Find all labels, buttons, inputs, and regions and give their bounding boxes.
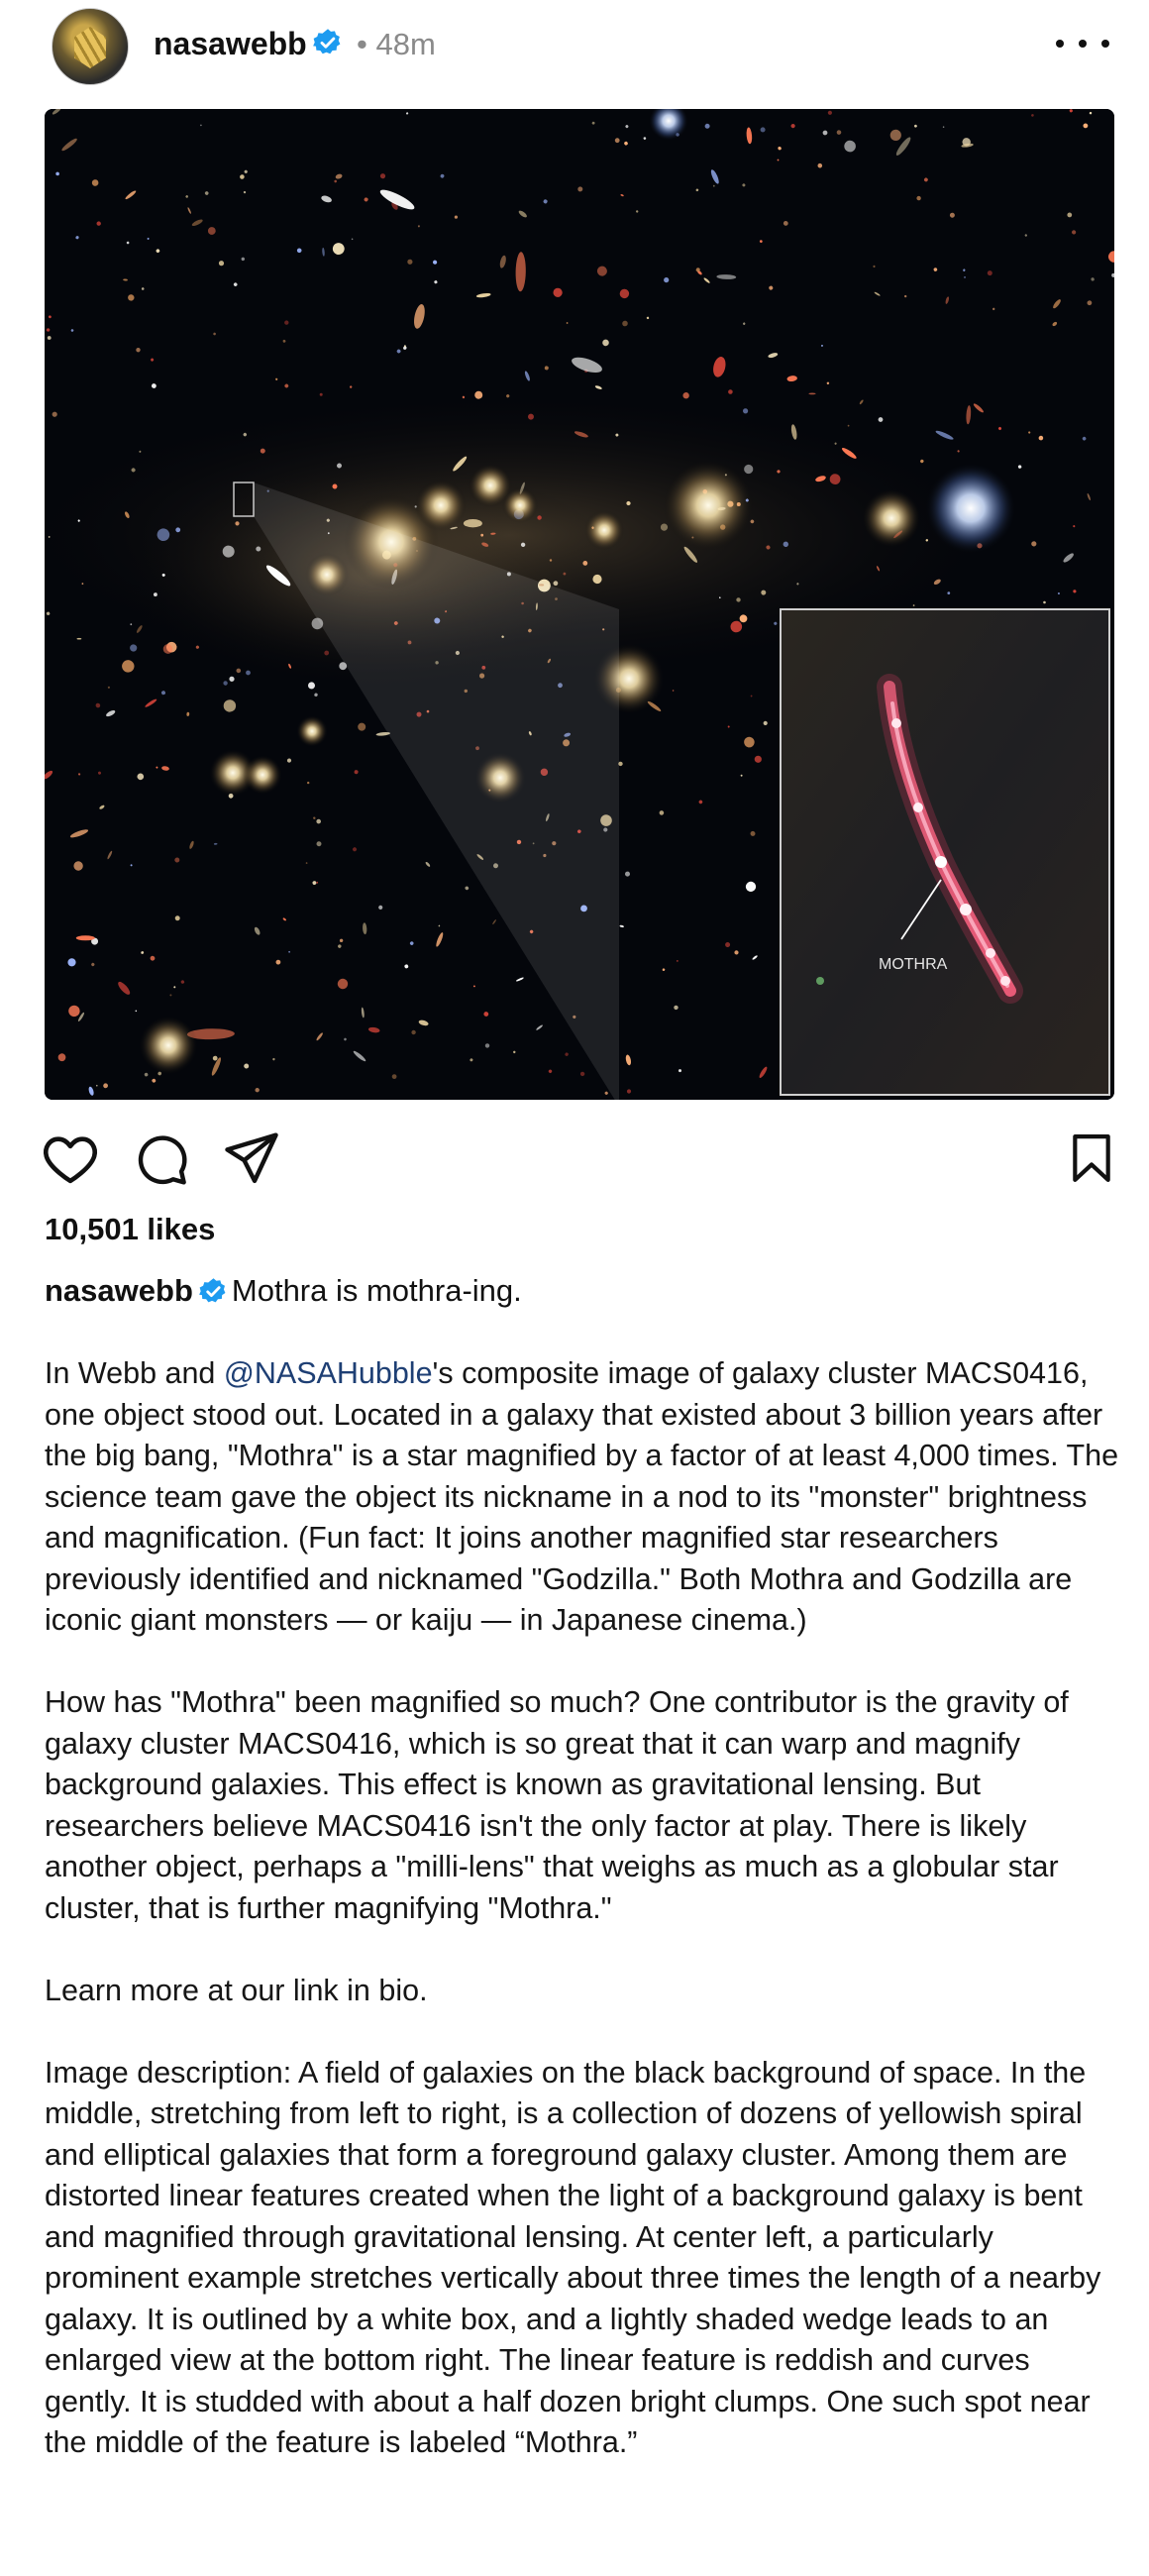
comment-bubble-icon[interactable] — [134, 1131, 189, 1187]
heart-icon[interactable] — [42, 1131, 99, 1185]
mention-link[interactable]: @NASAHubble — [224, 1356, 433, 1390]
caption-body: In Webb and @NASAHubble's composite imag… — [45, 1353, 1119, 2505]
action-bar — [0, 1120, 1149, 1199]
more-options-icon[interactable] — [1056, 22, 1109, 65]
caption-paragraph-1: In Webb and @NASAHubble's composite imag… — [45, 1356, 1119, 1637]
verified-badge-icon — [199, 1278, 226, 1303]
bookmark-icon[interactable] — [1070, 1133, 1113, 1183]
post-header: nasawebb • 48m — [0, 0, 1149, 99]
galaxy-cluster-image: MOTHRA — [45, 109, 1114, 1100]
mothra-inset: MOTHRA — [780, 608, 1110, 1096]
caption-headline-row: nasawebb Mothra is mothra-ing. — [45, 1270, 1114, 1312]
caption-paragraph-4: Image description: A field of galaxies o… — [45, 2055, 1101, 2460]
caption-paragraph-3: Learn more at our link in bio. — [45, 1973, 428, 2007]
mothra-label: MOTHRA — [879, 956, 948, 973]
caption-paragraph-2: How has "Mothra" been magnified so much?… — [45, 1685, 1069, 1925]
caption-username[interactable]: nasawebb — [45, 1273, 193, 1308]
post-image[interactable]: MOTHRA — [45, 109, 1114, 1100]
likes-count[interactable]: 10,501 likes — [45, 1212, 215, 1247]
post-username[interactable]: nasawebb — [154, 26, 307, 62]
caption-headline: Mothra is mothra-ing. — [231, 1273, 522, 1308]
verified-badge-icon — [313, 29, 341, 54]
profile-avatar[interactable] — [52, 8, 129, 85]
paper-plane-icon[interactable] — [224, 1131, 279, 1185]
post-timestamp: • 48m — [357, 27, 436, 61]
